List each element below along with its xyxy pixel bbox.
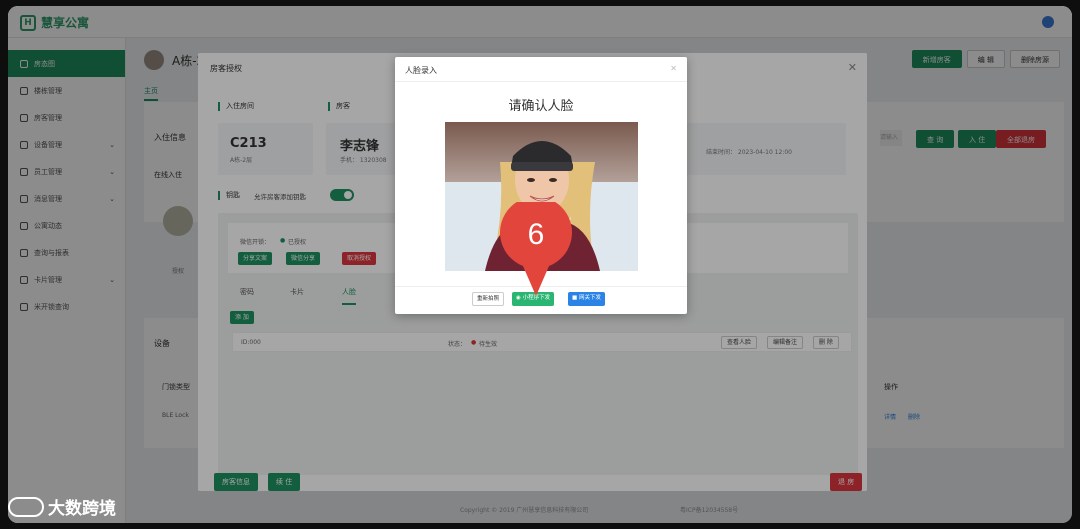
face-dialog-header: 人脸录入 ✕ <box>395 57 687 82</box>
step-marker: 6 <box>499 196 573 298</box>
watermark-logo-icon <box>8 496 44 517</box>
confirm-face-text: 请确认人脸 <box>508 99 574 114</box>
watermark-text: 大数跨境 <box>48 499 116 519</box>
step-number: 6 <box>527 218 545 251</box>
watermark: 大数跨境 <box>8 494 116 519</box>
gateway-icon: ■ <box>572 295 579 301</box>
gateway-send-button[interactable]: ■ 网关下发 <box>568 292 605 306</box>
gateway-send-label: 网关下发 <box>578 295 601 301</box>
close-icon[interactable]: ✕ <box>670 64 677 73</box>
face-dialog-title: 人脸录入 <box>405 66 437 75</box>
